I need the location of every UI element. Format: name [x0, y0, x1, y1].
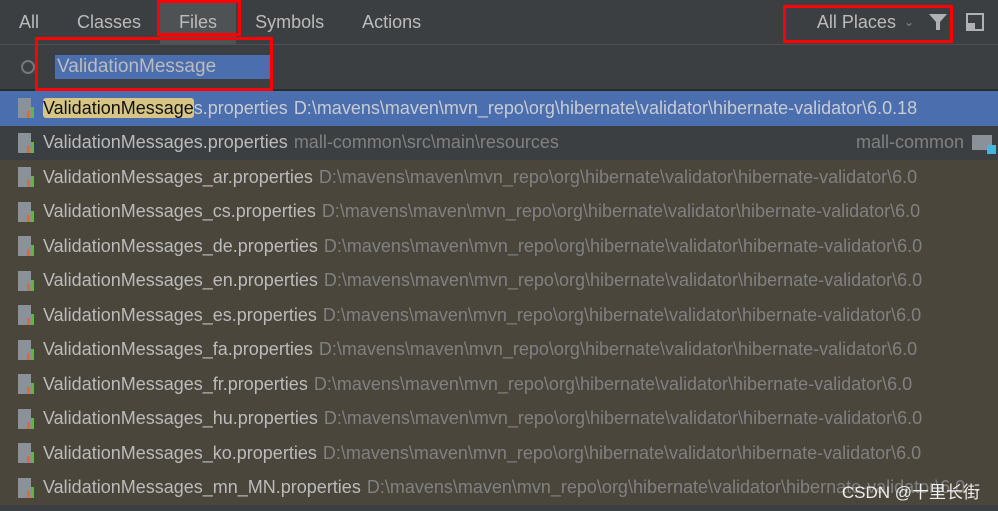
list-item[interactable]: ValidationMessages.properties D:\mavens\… — [0, 91, 998, 126]
file-name: ValidationMessages_ar.properties — [43, 166, 313, 187]
file-name: ValidationMessages_fr.properties — [43, 373, 308, 394]
tab-all[interactable]: All — [0, 0, 58, 44]
file-path: D:\mavens\maven\mvn_repo\org\hibernate\v… — [323, 235, 923, 256]
file-path: mall-common\src\main\resources — [293, 132, 559, 153]
pin-window-icon[interactable] — [966, 13, 984, 31]
file-name: ValidationMessages_ko.properties — [43, 442, 317, 463]
properties-file-icon — [18, 339, 36, 360]
list-item[interactable]: ValidationMessages.properties mall-commo… — [0, 125, 998, 160]
filter-icon[interactable] — [928, 13, 948, 31]
search-everywhere-tabs: All Classes Files Symbols Actions All Pl… — [0, 0, 998, 45]
list-item[interactable]: ValidationMessages_ko.properties D:\mave… — [0, 436, 998, 471]
properties-file-icon — [18, 408, 36, 429]
module-folder-icon — [972, 135, 996, 155]
properties-file-icon — [18, 270, 36, 291]
file-name: ValidationMessages_es.properties — [43, 304, 317, 325]
file-name: ValidationMessages_en.properties — [43, 270, 318, 291]
search-input[interactable] — [57, 56, 269, 78]
properties-file-icon — [18, 236, 36, 257]
file-path: D:\mavens\maven\mvn_repo\org\hibernate\v… — [318, 339, 918, 360]
properties-file-icon — [18, 167, 36, 188]
list-item[interactable]: ValidationMessages_fr.properties D:\mave… — [0, 367, 998, 402]
search-bar — [0, 45, 998, 91]
file-name: ValidationMessages_hu.properties — [43, 408, 318, 429]
file-name: ValidationMessages_de.properties — [43, 235, 318, 256]
file-path: D:\mavens\maven\mvn_repo\org\hibernate\v… — [318, 166, 918, 187]
list-item[interactable]: ValidationMessages_fa.properties D:\mave… — [0, 332, 998, 367]
list-item[interactable]: ValidationMessages_cs.properties D:\mave… — [0, 194, 998, 229]
properties-file-icon — [18, 98, 36, 119]
properties-file-icon — [18, 132, 36, 153]
file-path: D:\mavens\maven\mvn_repo\org\hibernate\v… — [322, 442, 922, 463]
list-item[interactable]: ValidationMessages_en.properties D:\mave… — [0, 263, 998, 298]
file-path: D:\mavens\maven\mvn_repo\org\hibernate\v… — [323, 270, 923, 291]
properties-file-icon — [18, 477, 36, 498]
properties-file-icon — [18, 374, 36, 395]
file-name: ValidationMessages_fa.properties — [43, 339, 313, 360]
list-item[interactable]: ValidationMessages_ar.properties D:\mave… — [0, 160, 998, 195]
watermark: CSDN @十里长街 — [841, 483, 980, 502]
file-name: ValidationMessages.properties — [43, 97, 288, 118]
results-list: ValidationMessages.properties D:\mavens\… — [0, 91, 998, 505]
list-item[interactable]: ValidationMessages_de.properties D:\mave… — [0, 229, 998, 264]
list-item[interactable]: ValidationMessages_hu.properties D:\mave… — [0, 401, 998, 436]
file-path: D:\mavens\maven\mvn_repo\org\hibernate\v… — [321, 201, 921, 222]
properties-file-icon — [18, 201, 36, 222]
tab-files[interactable]: Files — [160, 0, 237, 44]
file-name: ValidationMessages_mn_MN.properties — [43, 477, 361, 498]
search-icon — [21, 60, 35, 74]
chevron-down-icon[interactable]: ⌄ — [904, 15, 914, 29]
tab-actions[interactable]: Actions — [343, 0, 440, 44]
list-item[interactable]: ValidationMessages_es.properties D:\mave… — [0, 298, 998, 333]
module-name: mall-common — [855, 132, 964, 153]
scope-dropdown[interactable]: All Places — [817, 12, 896, 33]
file-path: D:\mavens\maven\mvn_repo\org\hibernate\v… — [323, 408, 923, 429]
tab-classes[interactable]: Classes — [58, 0, 160, 44]
file-name: ValidationMessages_cs.properties — [43, 201, 316, 222]
properties-file-icon — [18, 305, 36, 326]
file-name: ValidationMessages.properties — [43, 132, 288, 153]
tab-symbols[interactable]: Symbols — [236, 0, 343, 44]
properties-file-icon — [18, 443, 36, 464]
file-path: D:\mavens\maven\mvn_repo\org\hibernate\v… — [293, 97, 918, 118]
file-path: D:\mavens\maven\mvn_repo\org\hibernate\v… — [322, 304, 922, 325]
file-path: D:\mavens\maven\mvn_repo\org\hibernate\v… — [313, 373, 913, 394]
